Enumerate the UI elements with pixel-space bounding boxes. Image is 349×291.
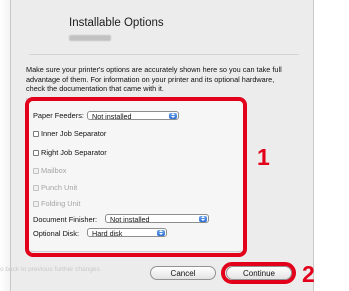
blurred-hint-text: o back to previous further changes. <box>0 266 102 273</box>
info-text: Make sure your printer's options are acc… <box>26 65 282 91</box>
callout-number-2: 2 <box>302 261 315 287</box>
callout-frame-options <box>25 97 247 257</box>
dialog-title: Installable Options <box>69 17 164 29</box>
background-edge <box>0 0 10 291</box>
blurred-printer-name <box>69 35 111 41</box>
cancel-button[interactable]: Cancel <box>150 266 216 280</box>
callout-number-1: 1 <box>257 144 270 170</box>
callout-frame-continue <box>221 262 296 284</box>
divider <box>29 54 299 55</box>
